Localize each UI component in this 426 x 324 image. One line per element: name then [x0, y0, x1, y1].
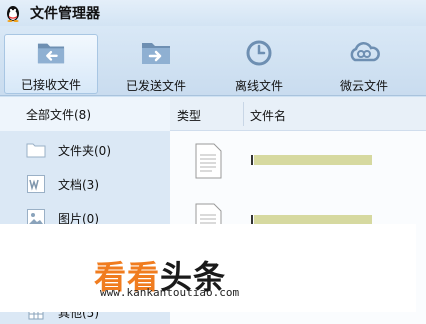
sent-files-button[interactable]: 已发送文件 — [110, 34, 202, 94]
app-title: 文件管理器 — [30, 6, 100, 22]
file-list-header: 类型 文件名 — [170, 97, 426, 131]
sidebar-item-label: 文档(3) — [58, 177, 99, 192]
title-bar: 文件管理器 — [0, 0, 426, 26]
received-files-button[interactable]: 已接收文件 — [4, 34, 98, 94]
offline-files-button[interactable]: 离线文件 — [220, 34, 298, 94]
weiyun-files-button[interactable]: 微云文件 — [324, 34, 404, 94]
sidebar-item-other[interactable]: 其他(5) — [0, 312, 170, 324]
received-files-label: 已接收文件 — [20, 78, 81, 92]
sent-files-label: 已发送文件 — [125, 79, 186, 93]
weiyun-cloud-icon — [350, 42, 380, 62]
filename-cursor — [251, 155, 253, 165]
offline-files-label: 离线文件 — [234, 79, 283, 93]
sidebar-item-all-files[interactable]: 全部文件(8) — [0, 97, 170, 131]
column-header-filename[interactable]: 文件名 — [250, 107, 286, 124]
weiyun-files-label: 微云文件 — [339, 79, 388, 93]
document-icon — [195, 143, 222, 179]
watermark-url: www.kankantoutiao.com — [100, 286, 240, 299]
table-row[interactable] — [170, 133, 426, 191]
toolbar: 已接收文件 已发送文件 离线文件 微云文件 — [0, 26, 426, 96]
watermark-banner: 看看头条 www.kankantoutiao.com — [0, 224, 416, 312]
sidebar-item-folders[interactable]: 文件夹(0) — [0, 133, 170, 167]
sidebar-item-label: 文件夹(0) — [58, 143, 111, 158]
sent-folder-icon — [142, 43, 170, 64]
sidebar-item-label: 其他(5) — [58, 312, 99, 320]
sidebar-item-label: 全部文件(8) — [26, 107, 91, 122]
word-doc-icon — [27, 175, 45, 193]
grid-icon — [28, 312, 44, 320]
column-divider[interactable] — [243, 102, 244, 126]
offline-clock-icon — [246, 40, 272, 66]
sidebar-item-documents[interactable]: 文档(3) — [0, 167, 170, 201]
filename-redacted — [254, 155, 372, 165]
folder-icon — [26, 143, 46, 158]
received-folder-icon — [37, 43, 65, 64]
qq-penguin-icon — [7, 6, 19, 22]
column-header-type[interactable]: 类型 — [177, 107, 201, 124]
